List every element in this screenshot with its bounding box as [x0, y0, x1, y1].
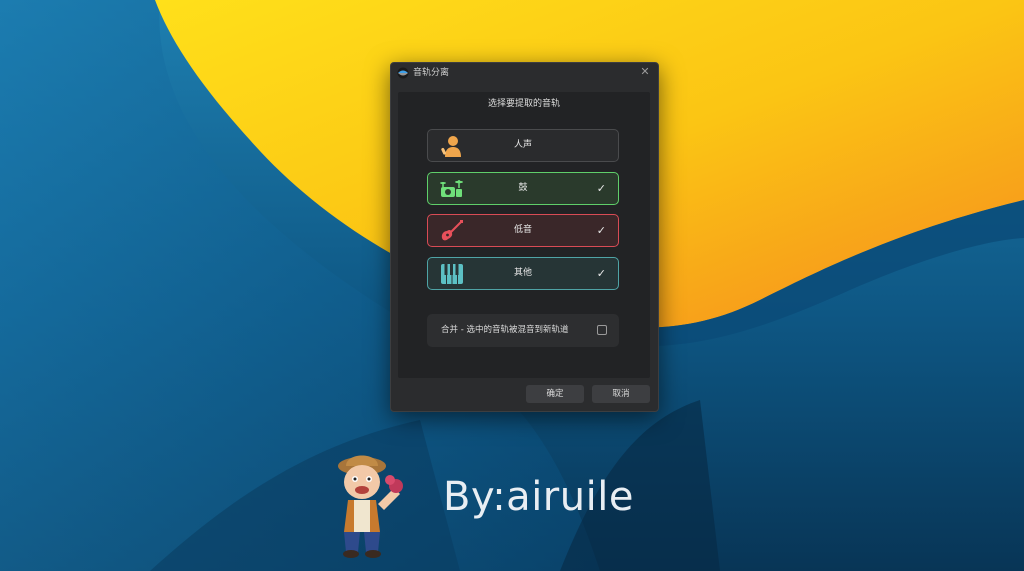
- track-label-vocals: 人声: [513, 140, 532, 150]
- track-separation-dialog: 音轨分离 ✕ 选择要提取的音轨 人声 鼓 ✓ 低音 ✓ 其他 ✓ 合并 - 选中…: [390, 62, 659, 412]
- track-check-other: ✓: [596, 267, 606, 280]
- track-option-vocals[interactable]: 人声: [427, 129, 619, 162]
- merge-label: 合并 - 选中的音轨被混音到新轨道: [441, 325, 569, 335]
- track-option-drums[interactable]: 鼓 ✓: [427, 172, 619, 205]
- merge-option: 合并 - 选中的音轨被混音到新轨道: [427, 314, 619, 347]
- track-check-drums: ✓: [596, 182, 606, 195]
- select-tracks-prompt: 选择要提取的音轨: [487, 99, 560, 109]
- track-check-bass: ✓: [596, 224, 606, 237]
- app-icon: [397, 67, 409, 79]
- dialog-titlebar: 音轨分离 ✕: [391, 63, 658, 83]
- track-option-bass[interactable]: 低音 ✓: [427, 214, 619, 247]
- dialog-title: 音轨分离: [413, 68, 450, 78]
- cancel-button[interactable]: 取消: [592, 385, 650, 403]
- close-icon[interactable]: ✕: [638, 65, 652, 79]
- cartoon-mascot-image: [338, 455, 403, 558]
- track-panel: 选择要提取的音轨 人声 鼓 ✓ 低音 ✓ 其他 ✓ 合并 - 选中的音轨被混音到…: [398, 92, 650, 378]
- merge-checkbox[interactable]: [597, 325, 607, 335]
- track-option-other[interactable]: 其他 ✓: [427, 257, 619, 290]
- track-label-other: 其他: [513, 268, 532, 278]
- track-label-bass: 低音: [513, 225, 532, 235]
- watermark-text: By:airuile: [443, 474, 634, 520]
- ok-button[interactable]: 确定: [526, 385, 584, 403]
- track-label-drums: 鼓: [518, 183, 528, 193]
